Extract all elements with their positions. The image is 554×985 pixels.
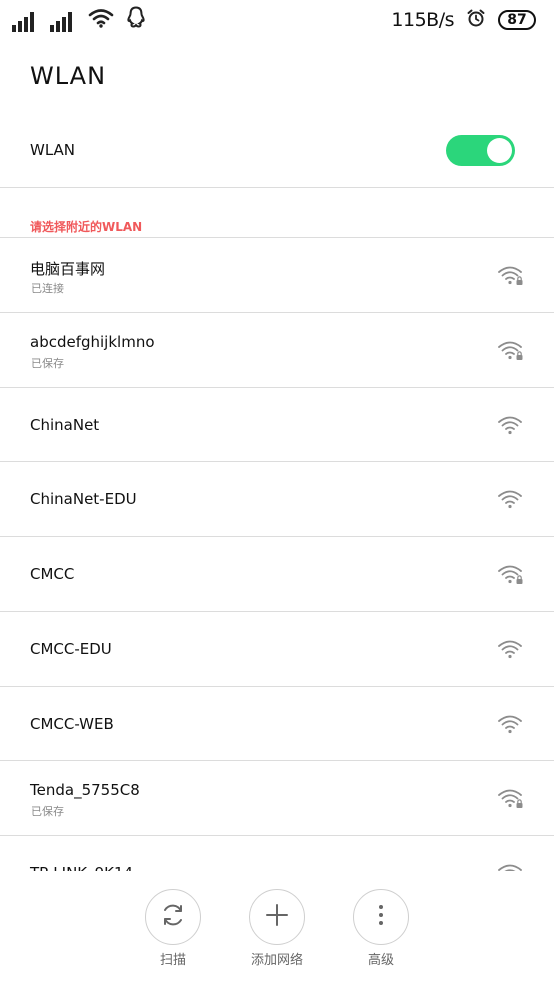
- wifi-icon: [497, 488, 523, 510]
- status-bar-left: [12, 6, 158, 32]
- wlan-toggle-label: WLAN: [30, 141, 76, 159]
- wifi-icon: [88, 8, 114, 32]
- signal-bars-icon: [12, 10, 36, 32]
- section-title: 请选择附近的WLAN: [30, 220, 143, 234]
- network-item[interactable]: 电脑百事网 已连接: [0, 238, 554, 313]
- signal-bars-icon: [50, 10, 74, 32]
- wifi-locked-icon: [497, 563, 523, 585]
- network-item[interactable]: CMCC: [0, 537, 554, 612]
- network-name: CMCC-EDU: [30, 639, 112, 658]
- network-name: ChinaNet-EDU: [30, 490, 137, 509]
- network-item[interactable]: CMCC-WEB: [0, 687, 554, 762]
- network-name: CMCC: [30, 565, 75, 583]
- wlan-switch[interactable]: [446, 135, 515, 166]
- advanced-button-circle[interactable]: [353, 889, 409, 945]
- network-name: ChinaNet: [30, 415, 100, 434]
- network-name: abcdefghijklmno: [30, 332, 155, 351]
- scan-button[interactable]: 扫描: [133, 889, 213, 968]
- add-network-button-label: 添加网络: [250, 953, 303, 968]
- wifi-icon: [497, 414, 523, 436]
- network-item[interactable]: ChinaNet-EDU: [0, 462, 554, 537]
- advanced-button[interactable]: 高级: [341, 889, 421, 968]
- network-item[interactable]: abcdefghijklmno 已保存: [0, 313, 554, 388]
- network-item[interactable]: TP-LINK_9K14: [0, 836, 554, 871]
- wifi-locked-icon: [497, 787, 523, 809]
- network-name: TP-LINK_9K14: [30, 864, 133, 871]
- plus-icon: [264, 902, 290, 932]
- network-item[interactable]: ChinaNet: [0, 388, 554, 463]
- add-network-button-circle[interactable]: [249, 889, 305, 945]
- status-bar-right: 115B/s 87: [391, 8, 536, 32]
- alarm-clock-icon: [466, 8, 486, 32]
- network-status: 已保存: [31, 356, 64, 370]
- network-name: 电脑百事网: [30, 260, 106, 278]
- networks-section-header: 请选择附近的WLAN: [0, 188, 554, 238]
- network-speed: 115B/s: [391, 9, 454, 31]
- wifi-locked-icon: [497, 339, 523, 361]
- page-title: WLAN: [30, 62, 107, 90]
- more-vertical-icon: [377, 903, 385, 931]
- scan-button-label: 扫描: [159, 953, 186, 968]
- network-name: CMCC-WEB: [30, 714, 114, 733]
- network-item[interactable]: CMCC-EDU: [0, 612, 554, 687]
- network-status: 已连接: [31, 282, 64, 295]
- network-list[interactable]: 电脑百事网已连接 abcdefghijklmno 已保存 ChinaNet ChinaN…: [0, 238, 554, 871]
- advanced-button-label: 高级: [367, 953, 394, 968]
- switch-knob: [487, 138, 512, 163]
- wifi-icon: [497, 862, 523, 871]
- scan-button-circle[interactable]: [145, 889, 201, 945]
- network-item[interactable]: Tenda_5755C8 已保存: [0, 761, 554, 836]
- add-network-button[interactable]: 添加网络: [237, 889, 317, 968]
- network-status: 已保存: [31, 805, 64, 819]
- wifi-locked-icon: [497, 264, 523, 286]
- status-bar: 115B/s 87: [0, 0, 554, 40]
- qq-icon: [126, 6, 146, 32]
- battery-indicator: 87: [498, 10, 536, 30]
- bottom-action-bar: 扫描 添加网络 高级: [0, 871, 554, 985]
- wlan-toggle-row[interactable]: WLAN: [0, 110, 554, 188]
- wifi-icon: [497, 713, 523, 735]
- refresh-icon: [160, 902, 186, 932]
- network-name: Tenda_5755C8: [30, 781, 140, 800]
- wifi-icon: [497, 638, 523, 660]
